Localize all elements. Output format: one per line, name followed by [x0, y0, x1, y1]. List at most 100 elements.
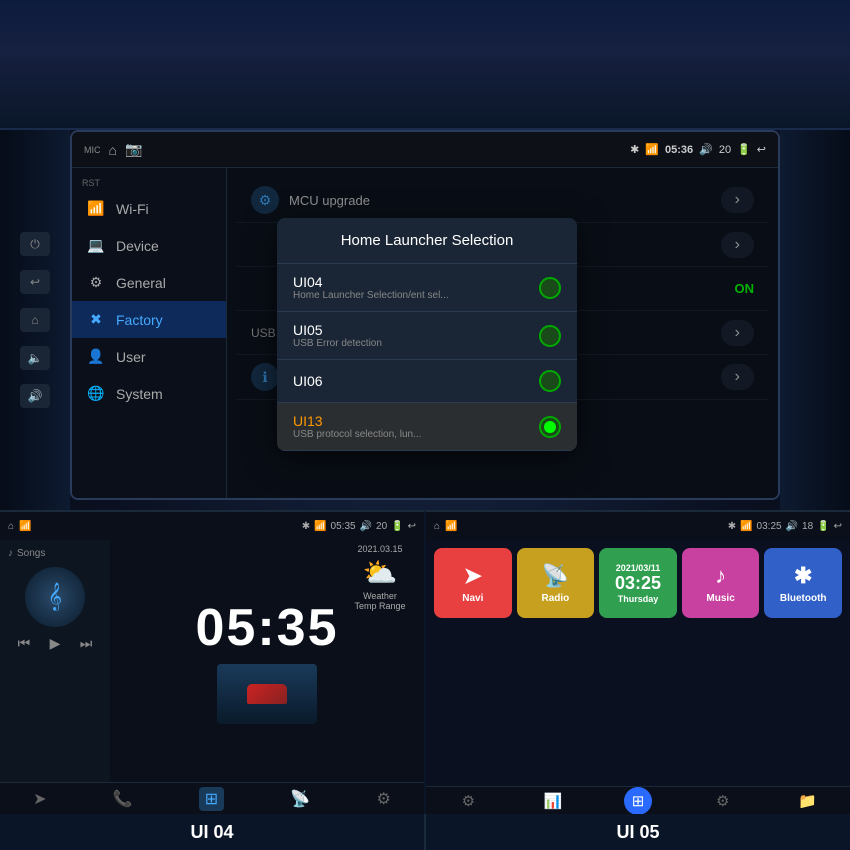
tile-date: 2021/03/11	[615, 563, 661, 573]
sidebar-system-label: System	[116, 386, 163, 402]
time-tile[interactable]: 2021/03/11 03:25 Thursday	[599, 548, 677, 618]
ui13-option-label-group: UI13 USB protocol selection, lun...	[293, 413, 421, 440]
sidebar-wifi-label: Wi-Fi	[116, 201, 149, 217]
nav-phone-btn[interactable]: 📞	[113, 789, 133, 809]
sidebar-user-label: User	[116, 349, 146, 365]
music-tile[interactable]: ♪ Music	[682, 548, 760, 618]
ui04-time-display: 05:35	[331, 521, 356, 532]
dialog-option-ui04[interactable]: UI04 Home Launcher Selection/ent sel...	[277, 264, 577, 312]
ui05-content: ➤ Navi 📡 Radio 2021/03/11 03:25 Thursday	[426, 540, 850, 786]
dock-settings-btn[interactable]: ⚙	[709, 787, 737, 815]
music-album-art: 𝄞	[25, 567, 85, 627]
music-controls[interactable]: ⏮ ▶ ⏭	[8, 635, 102, 652]
home-icon: ⌂	[109, 142, 117, 158]
sidebar-item-wifi[interactable]: 📶 Wi-Fi	[72, 190, 226, 227]
sidebar-item-general[interactable]: ⚙ General	[72, 264, 226, 301]
sidebar-item-factory[interactable]: ✖ Factory	[72, 301, 226, 338]
sidebar-factory-label: Factory	[116, 312, 163, 328]
ui05-header-right: ✱ 📶 03:25 🔊 18 🔋 ↩	[728, 521, 842, 532]
ui05-back-icon[interactable]: ↩	[834, 521, 842, 532]
nav-arrow-btn[interactable]: ➤	[33, 789, 46, 809]
sidebar-item-system[interactable]: 🌐 System	[72, 375, 226, 412]
songs-label: Songs	[17, 548, 45, 559]
home-launcher-dialog: Home Launcher Selection UI04 Home Launch…	[277, 218, 577, 451]
sidebar-general-label: General	[116, 275, 166, 291]
ui05-signal-icon: 📶	[740, 521, 752, 532]
bottom-panels: ⌂ 📶 ✱ 📶 05:35 🔊 20 🔋 ↩ ♪ Songs	[0, 510, 850, 814]
vol-down-btn[interactable]: 🔈	[20, 346, 50, 370]
radio-tile[interactable]: 📡 Radio	[517, 548, 595, 618]
ui04-big-time: 05:35	[196, 598, 339, 658]
dock-folder-btn[interactable]: 📁	[794, 787, 822, 815]
bluetooth-tile[interactable]: ✱ Bluetooth	[764, 548, 842, 618]
back-arrow-icon[interactable]: ↩	[757, 143, 766, 156]
road-bg	[217, 664, 317, 724]
songs-row: ♪ Songs	[8, 548, 102, 559]
ui04-back-icon[interactable]: ↩	[408, 521, 416, 532]
ui04-vol-icon: 🔊	[360, 521, 372, 532]
weather-icon: ⛅	[340, 556, 420, 589]
ui13-option-label: UI13	[293, 413, 421, 429]
ui05-option-label: UI05	[293, 322, 382, 338]
play-icon[interactable]: ▶	[50, 635, 61, 652]
screen-body: RST 📶 Wi-Fi 💻 Device ⚙ General ✖ Factory…	[72, 168, 778, 498]
ui06-option-label-group: UI06	[293, 373, 323, 389]
dash-left: ⏻ ↩ ⌂ 🔈 🔊	[0, 130, 70, 510]
mic-label: MIC	[84, 145, 101, 155]
ui04-header-icons: ⌂ 📶	[8, 521, 32, 532]
time-tile-content: 2021/03/11 03:25 Thursday	[615, 563, 661, 604]
ui04-label: UI 04	[0, 814, 426, 850]
ui05-radio[interactable]	[539, 325, 561, 347]
ui04-option-sub: Home Launcher Selection/ent sel...	[293, 290, 449, 301]
header-left: MIC ⌂ 📷	[84, 141, 142, 158]
treble-clef-icon: 𝄞	[48, 583, 62, 611]
device-nav-icon: 💻	[86, 237, 106, 254]
prev-track-icon[interactable]: ⏮	[18, 635, 31, 652]
ui04-battery: 20	[376, 521, 387, 532]
nav-settings-btn[interactable]: ⚙	[377, 789, 391, 809]
dock-gear-btn[interactable]: ⚙	[454, 787, 482, 815]
ui04-header-right: ✱ 📶 05:35 🔊 20 🔋 ↩	[302, 521, 416, 532]
dock-grid-btn[interactable]: ⊞	[624, 787, 652, 815]
navi-label: Navi	[462, 593, 483, 604]
system-nav-icon: 🌐	[86, 385, 106, 402]
next-track-icon[interactable]: ⏭	[80, 635, 93, 652]
bluetooth-icon: ✱	[630, 143, 639, 156]
power-btn[interactable]: ⏻	[20, 232, 50, 256]
bt-label: Bluetooth	[780, 593, 827, 604]
ui06-option-label: UI06	[293, 373, 323, 389]
ui04-option-label: UI04	[293, 274, 449, 290]
navi-tile[interactable]: ➤ Navi	[434, 548, 512, 618]
sidebar-item-device[interactable]: 💻 Device	[72, 227, 226, 264]
tile-day: Thursday	[615, 594, 661, 604]
car-interior-top	[0, 0, 850, 130]
sidebar-item-user[interactable]: 👤 User	[72, 338, 226, 375]
home-btn[interactable]: ⌂	[20, 308, 50, 332]
ui04-radio[interactable]	[539, 277, 561, 299]
dialog-option-ui13[interactable]: UI13 USB protocol selection, lun...	[277, 403, 577, 451]
ui05-option-label-group: UI05 USB Error detection	[293, 322, 382, 349]
battery-icon: 🔋	[737, 143, 751, 156]
user-nav-icon: 👤	[86, 348, 106, 365]
ui04-date: 2021.03.15	[340, 544, 420, 554]
car-visualization	[217, 664, 317, 724]
ui13-radio[interactable]	[539, 416, 561, 438]
ui05-wifi-icon: 📶	[445, 521, 457, 532]
ui04-header: ⌂ 📶 ✱ 📶 05:35 🔊 20 🔋 ↩	[0, 512, 424, 540]
nav-grid-btn[interactable]: ⊞	[199, 787, 224, 811]
dialog-option-ui05[interactable]: UI05 USB Error detection	[277, 312, 577, 360]
ui13-option-sub: USB protocol selection, lun...	[293, 429, 421, 440]
main-screen: MIC ⌂ 📷 ✱ 📶 05:36 🔊 20 🔋 ↩ RST 📶 Wi-Fi 💻	[70, 130, 780, 500]
wifi-icon: 📶	[645, 143, 659, 156]
nav-signal-btn[interactable]: 📡	[290, 789, 310, 809]
vol-up-btn[interactable]: 🔊	[20, 384, 50, 408]
weather-label: Weather	[340, 591, 420, 601]
dialog-option-ui06[interactable]: UI06	[277, 360, 577, 403]
ui05-battery: 18	[802, 521, 813, 532]
dock-chart-btn[interactable]: 📊	[539, 787, 567, 815]
ui06-radio[interactable]	[539, 370, 561, 392]
ui05-home-icon: ⌂	[434, 521, 440, 532]
temp-range-label: Temp Range	[340, 601, 420, 611]
back-btn[interactable]: ↩	[20, 270, 50, 294]
bt-tile-icon: ✱	[794, 563, 812, 589]
